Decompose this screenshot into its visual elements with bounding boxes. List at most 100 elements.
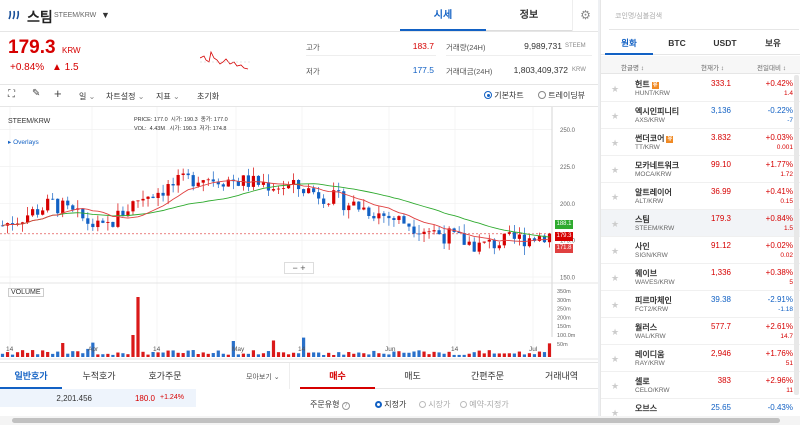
coin-row-pct: +2.96% [765, 376, 793, 385]
volume-bar [226, 354, 230, 357]
coin-row[interactable]: ★ 셀로 CELO/KRW 383 +2.96% 11 [601, 372, 800, 399]
view-more-select[interactable]: 모아보기 ⌄ [246, 372, 280, 382]
volume-bar [20, 350, 25, 357]
orderbook-row[interactable]: 2,201.456 180.0 +1.24% [0, 389, 196, 407]
pencil-icon[interactable]: ✎ [32, 88, 40, 99]
volume-bar [266, 351, 271, 357]
volume-bar [161, 352, 165, 357]
reserved-order-radio[interactable]: 예약-지정가 [460, 399, 509, 410]
candlestick-chart[interactable]: 250.0225.0200.0175.0150.0350m300m250m200… [0, 107, 598, 362]
tab-general-quote[interactable]: 일반호가 [0, 363, 62, 389]
col-name[interactable]: 한글명 ↕ [621, 62, 644, 72]
tab-cumulative-quote[interactable]: 누적호가 [68, 363, 130, 389]
coin-row[interactable]: ★ 레이디움 RAY/KRW 2,946 +1.76% 51 [601, 345, 800, 372]
col-price[interactable]: 현재가 ↕ [701, 62, 724, 72]
fullscreen-icon[interactable]: ⛶ [8, 89, 15, 100]
star-icon[interactable]: ★ [611, 165, 619, 176]
x-tick-label: 14 [298, 346, 306, 353]
volume-bar [15, 352, 20, 357]
tab-trade-history[interactable]: 거래내역 [525, 363, 598, 389]
star-icon[interactable]: ★ [611, 219, 619, 230]
star-icon[interactable]: ★ [611, 192, 619, 203]
tab-quote[interactable]: 시세 [400, 0, 486, 31]
chevron-down-icon[interactable]: ▼ [101, 10, 110, 20]
star-icon[interactable]: ★ [611, 246, 619, 257]
volume-bar [66, 353, 70, 357]
candle-body [442, 234, 446, 244]
basic-chart-radio[interactable]: 기본차트 [484, 90, 524, 101]
volume-bar [96, 354, 100, 357]
tab-order-quote[interactable]: 호가주문 [134, 363, 196, 389]
crosshair-icon[interactable]: + [54, 86, 62, 101]
candle-body [271, 189, 276, 191]
market-tab-1[interactable]: BTC [653, 31, 701, 55]
coin-row[interactable]: ★ 오브스 25.65 -0.43% [601, 399, 800, 416]
candle-body [31, 209, 35, 216]
zoom-controls[interactable]: − + [284, 262, 314, 274]
star-icon[interactable]: ★ [611, 381, 619, 392]
coin-search-input[interactable]: 코인명/심볼검색 [609, 0, 799, 30]
volume-bar [36, 354, 40, 357]
star-icon[interactable]: ★ [611, 138, 619, 149]
volume-bar [26, 352, 30, 357]
coin-row[interactable]: ★ 모카네트워크 MOCA/KRW 99.10 +1.77% 1.72 [601, 156, 800, 183]
volume-bar [41, 350, 45, 357]
candle-body [91, 223, 95, 228]
coin-list-scrollbar[interactable] [794, 75, 799, 395]
candle-body [116, 210, 120, 227]
coin-row[interactable]: ★ 사인 SIGN/KRW 91.12 +0.02% 0.02 [601, 237, 800, 264]
tab-info[interactable]: 정보 [486, 0, 572, 31]
star-icon[interactable]: ★ [611, 111, 619, 122]
coin-row[interactable]: ★ 피르마체인 FCT2/KRW 39.38 -2.91% -1.18 [601, 291, 800, 318]
coin-row[interactable]: ★ 월러스 WAL/KRW 577.7 +2.61% 14.7 [601, 318, 800, 345]
reset-button[interactable]: 초기화 [197, 91, 219, 102]
x-tick-label: Jun [385, 346, 396, 353]
star-icon[interactable]: ★ [611, 300, 619, 311]
indicators-button[interactable]: 지표 ⌄ [156, 91, 180, 102]
horizontal-scrollbar[interactable] [0, 416, 800, 425]
limit-order-radio[interactable]: 지정가 [375, 399, 406, 410]
star-icon[interactable]: ★ [611, 327, 619, 338]
coin-row[interactable]: ★ 썬더코어 유 TT/KRW 3.832 +0.03% 0.001 [601, 129, 800, 156]
overlays-toggle[interactable]: ▸ Overlays [8, 138, 39, 146]
star-icon[interactable]: ★ [611, 408, 619, 416]
tab-buy[interactable]: 매수 [300, 363, 375, 389]
volume-bar [0, 353, 5, 357]
interval-select[interactable]: 일 ⌄ [79, 91, 95, 102]
candle-body [236, 181, 240, 186]
candle-body [51, 198, 55, 200]
market-order-radio[interactable]: 시장가 [419, 399, 450, 410]
volume-bar [482, 353, 486, 357]
coin-row-pct: +1.77% [765, 160, 793, 169]
coin-row[interactable]: ★ 알트레이어 ALT/KRW 36.99 +0.41% 0.15 [601, 183, 800, 210]
candle-body [46, 198, 50, 211]
volume-bar [477, 350, 481, 357]
market-tab-2[interactable]: USDT [701, 31, 749, 55]
gear-icon[interactable]: ⚙ [572, 0, 598, 31]
star-icon[interactable]: ★ [611, 354, 619, 365]
market-tab-0[interactable]: 원화 [605, 31, 653, 55]
tab-simple-order[interactable]: 간편주문 [450, 363, 525, 389]
tab-sell[interactable]: 매도 [375, 363, 450, 389]
volume-bar [517, 351, 521, 357]
candle-body [357, 201, 361, 210]
coin-row[interactable]: ★ 스팀 STEEM/KRW 179.3 +0.84% 1.5 [601, 210, 800, 237]
candle-body [201, 180, 205, 183]
volume-bar [116, 352, 120, 357]
coin-row-pct: +0.02% [765, 241, 793, 250]
star-icon[interactable]: ★ [611, 84, 619, 95]
candle-body [141, 198, 145, 201]
chart-settings-button[interactable]: 차트설정 ⌄ [106, 91, 144, 102]
volume-bar [111, 354, 115, 357]
coin-row[interactable]: ★ 엑시인피니티 AXS/KRW 3,136 -0.22% -7 [601, 102, 800, 129]
volume-bar [286, 354, 291, 357]
market-tab-3[interactable]: 보유 [749, 31, 797, 55]
coin-row[interactable]: ★ 웨이브 WAVES/KRW 1,336 +0.38% 5 [601, 264, 800, 291]
coin-row[interactable]: ★ 헌트 유 HUNT/KRW 333.1 +0.42% 1.4 [601, 75, 800, 102]
tradingview-radio[interactable]: 트레이딩뷰 [538, 90, 585, 101]
volume-bar [126, 354, 130, 357]
candle-body [517, 234, 521, 239]
amount-24h-label: 거래대금(24H) [446, 67, 493, 76]
star-icon[interactable]: ★ [611, 273, 619, 284]
col-change[interactable]: 전일대비 ↕ [757, 62, 786, 72]
